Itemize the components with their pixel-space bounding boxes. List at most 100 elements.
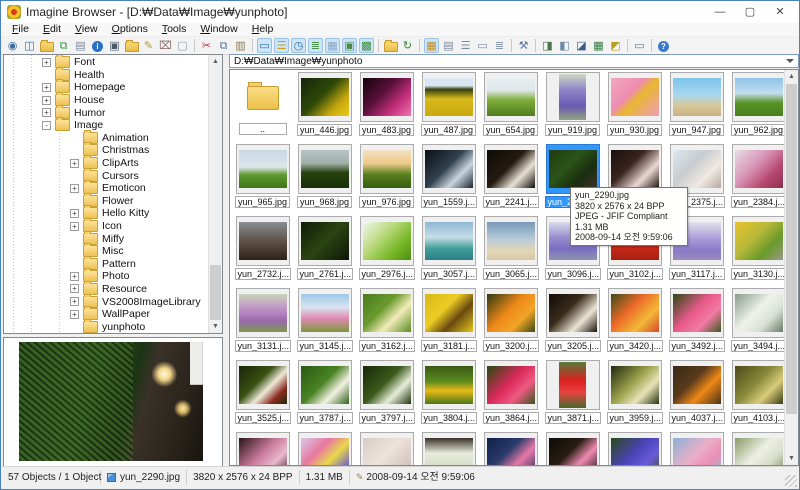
tree-item-house[interactable]: + House [4,92,208,107]
maximize-button[interactable]: ▢ [735,1,765,23]
scroll-down-arrow[interactable]: ▼ [785,452,798,465]
browse-mode-button[interactable]: ◫ [22,38,37,53]
minimize-button[interactable]: — [705,1,735,23]
thumbnail-item[interactable]: yun_3200.j... [480,288,541,360]
toggle-preview-button[interactable]: ▣ [342,38,357,53]
open-folder-button[interactable] [39,38,54,53]
copy-to-folder-button[interactable]: ⧉ [56,38,71,53]
thumbnail-item[interactable]: yun_2976.j... [356,216,417,288]
address-bar[interactable]: D:₩Data₩Image₩yunphoto [229,54,799,68]
remove-file-button[interactable]: ▢ [175,38,190,53]
scroll-up-arrow[interactable]: ▲ [209,55,222,68]
tree-item-emoticon[interactable]: + Emoticon [4,180,208,195]
thumbnail-item[interactable]: yun_3494.j... [728,288,789,360]
thumbnail-item[interactable]: yun_3871.j... [542,360,603,432]
file-info-button[interactable]: i [90,38,105,53]
thumbnail-item[interactable]: yun_2241.j... [480,144,541,216]
thumbnail-item[interactable]: yun_3797.j... [356,360,417,432]
tree-item-font[interactable]: + Font [4,55,208,69]
tree-item-image[interactable]: - Image [4,117,208,132]
scroll-up-arrow[interactable]: ▲ [785,70,798,83]
tree-item-vs2008imagelibrary[interactable]: + VS2008ImageLibrary [4,293,208,308]
scroll-thumb[interactable] [210,265,221,320]
thumbnail-item[interactable]: yun_487.jpg [418,72,479,144]
menu-item-view[interactable]: View [68,23,105,36]
parent-folder-item[interactable]: .. [232,72,293,144]
tree-scrollbar[interactable]: ▲ ▼ [208,55,222,333]
tree-item-icon[interactable]: + Icon [4,218,208,233]
tree-item-homepage[interactable]: + Homepage [4,79,208,94]
thumbnail-item[interactable]: yun_930.jpg [604,72,665,144]
thumbnail-item[interactable] [666,432,727,465]
chevron-down-icon[interactable] [786,59,794,63]
tree-item-pattern[interactable]: Pattern [4,255,208,271]
thumbnail-item[interactable]: yun_483.jpg [356,72,417,144]
thumbnail-item[interactable]: yun_2384.j... [728,144,789,216]
view-thumbnails-button[interactable]: ▦ [424,38,439,53]
thumbnail-item[interactable]: yun_947.jpg [666,72,727,144]
thumbnail-item[interactable] [542,432,603,465]
expand-icon[interactable]: + [70,271,79,281]
menu-item-edit[interactable]: Edit [36,23,68,36]
expand-icon[interactable]: + [70,183,79,193]
thumbnail-item[interactable]: yun_968.jpg [294,144,355,216]
delete-button[interactable]: ⌧ [158,38,173,53]
thumbnail-item[interactable] [294,432,355,465]
thumbnail-item[interactable]: yun_3145.j... [294,288,355,360]
thumbnail-item[interactable]: yun_2732.j... [232,216,293,288]
thumbnail-item[interactable]: yun_976.jpg [356,144,417,216]
view-list-button[interactable]: ☰ [458,38,473,53]
thumbnail-item[interactable] [356,432,417,465]
thumbnail-item[interactable]: yun_3864.j... [480,360,541,432]
menu-item-help[interactable]: Help [245,23,281,36]
thumbnail-item[interactable]: yun_654.jpg [480,72,541,144]
thumbnail-item[interactable]: yun_3205.j... [542,288,603,360]
thumbnail-item[interactable]: yun_919.jpg [542,72,603,144]
tree-item-yunphoto[interactable]: yunphoto [4,318,208,333]
tree-item-misc[interactable]: Misc [4,243,208,258]
tools-wrench-button[interactable]: ⚒ [516,38,531,53]
tree-item-animation[interactable]: Animation [4,129,208,145]
rename-button[interactable]: ✎ [141,38,156,53]
cut-button[interactable]: ✂ [199,38,214,53]
close-button[interactable]: ✕ [765,1,795,23]
new-folder-button[interactable] [124,38,139,53]
thumbnail-item[interactable]: yun_3057.j... [418,216,479,288]
copy-button[interactable]: ⧉ [216,38,231,53]
thumbnail-item[interactable]: yun_3131.j... [232,288,293,360]
toggle-window-button[interactable]: ▭ [257,38,272,53]
paste-button[interactable]: ▥ [233,38,248,53]
view-tiles-button[interactable]: ▤ [441,38,456,53]
expand-icon[interactable]: + [70,158,79,168]
thumbnail-item[interactable]: yun_4103.j... [728,360,789,432]
thumbnail-item[interactable] [480,432,541,465]
expand-icon[interactable]: + [70,221,79,231]
batch-convert-button[interactable]: ◧ [557,38,572,53]
tree-item-miffy[interactable]: Miffy [4,230,208,245]
view-icons-button[interactable]: ▭ [475,38,490,53]
thumbnail-item[interactable]: yun_1559.j... [418,144,479,216]
expand-icon[interactable]: + [42,95,51,105]
refresh-button[interactable]: ↻ [400,38,415,53]
up-one-level-button[interactable] [383,38,398,53]
expand-icon[interactable]: + [42,57,51,67]
tree-item-hello-kitty[interactable]: + Hello Kitty [4,205,208,220]
collapse-icon[interactable]: - [42,120,51,130]
thumbnail-item[interactable]: yun_446.jpg [294,72,355,144]
thumbnail-item[interactable] [232,432,293,465]
tree-item-cursors[interactable]: Cursors [4,167,208,182]
tree-item-cliparts[interactable]: + ClipArts [4,155,208,170]
toggle-tree-button[interactable]: ≣ [308,38,323,53]
expand-icon[interactable]: + [70,297,79,307]
thumbnail-item[interactable]: yun_3420.j... [604,288,665,360]
preview-image[interactable] [19,342,203,461]
menu-item-file[interactable]: File [5,23,36,36]
thumbnail-item[interactable]: yun_4037.j... [666,360,727,432]
view-image-button[interactable]: ◉ [5,38,20,53]
toggle-filter-button[interactable]: ☰ [274,38,289,53]
expand-icon[interactable]: + [42,82,51,92]
toggle-grid-button[interactable]: ▦ [325,38,340,53]
menu-item-options[interactable]: Options [105,23,155,36]
thumbnail-item[interactable] [418,432,479,465]
contact-sheet-button[interactable]: ▦ [591,38,606,53]
